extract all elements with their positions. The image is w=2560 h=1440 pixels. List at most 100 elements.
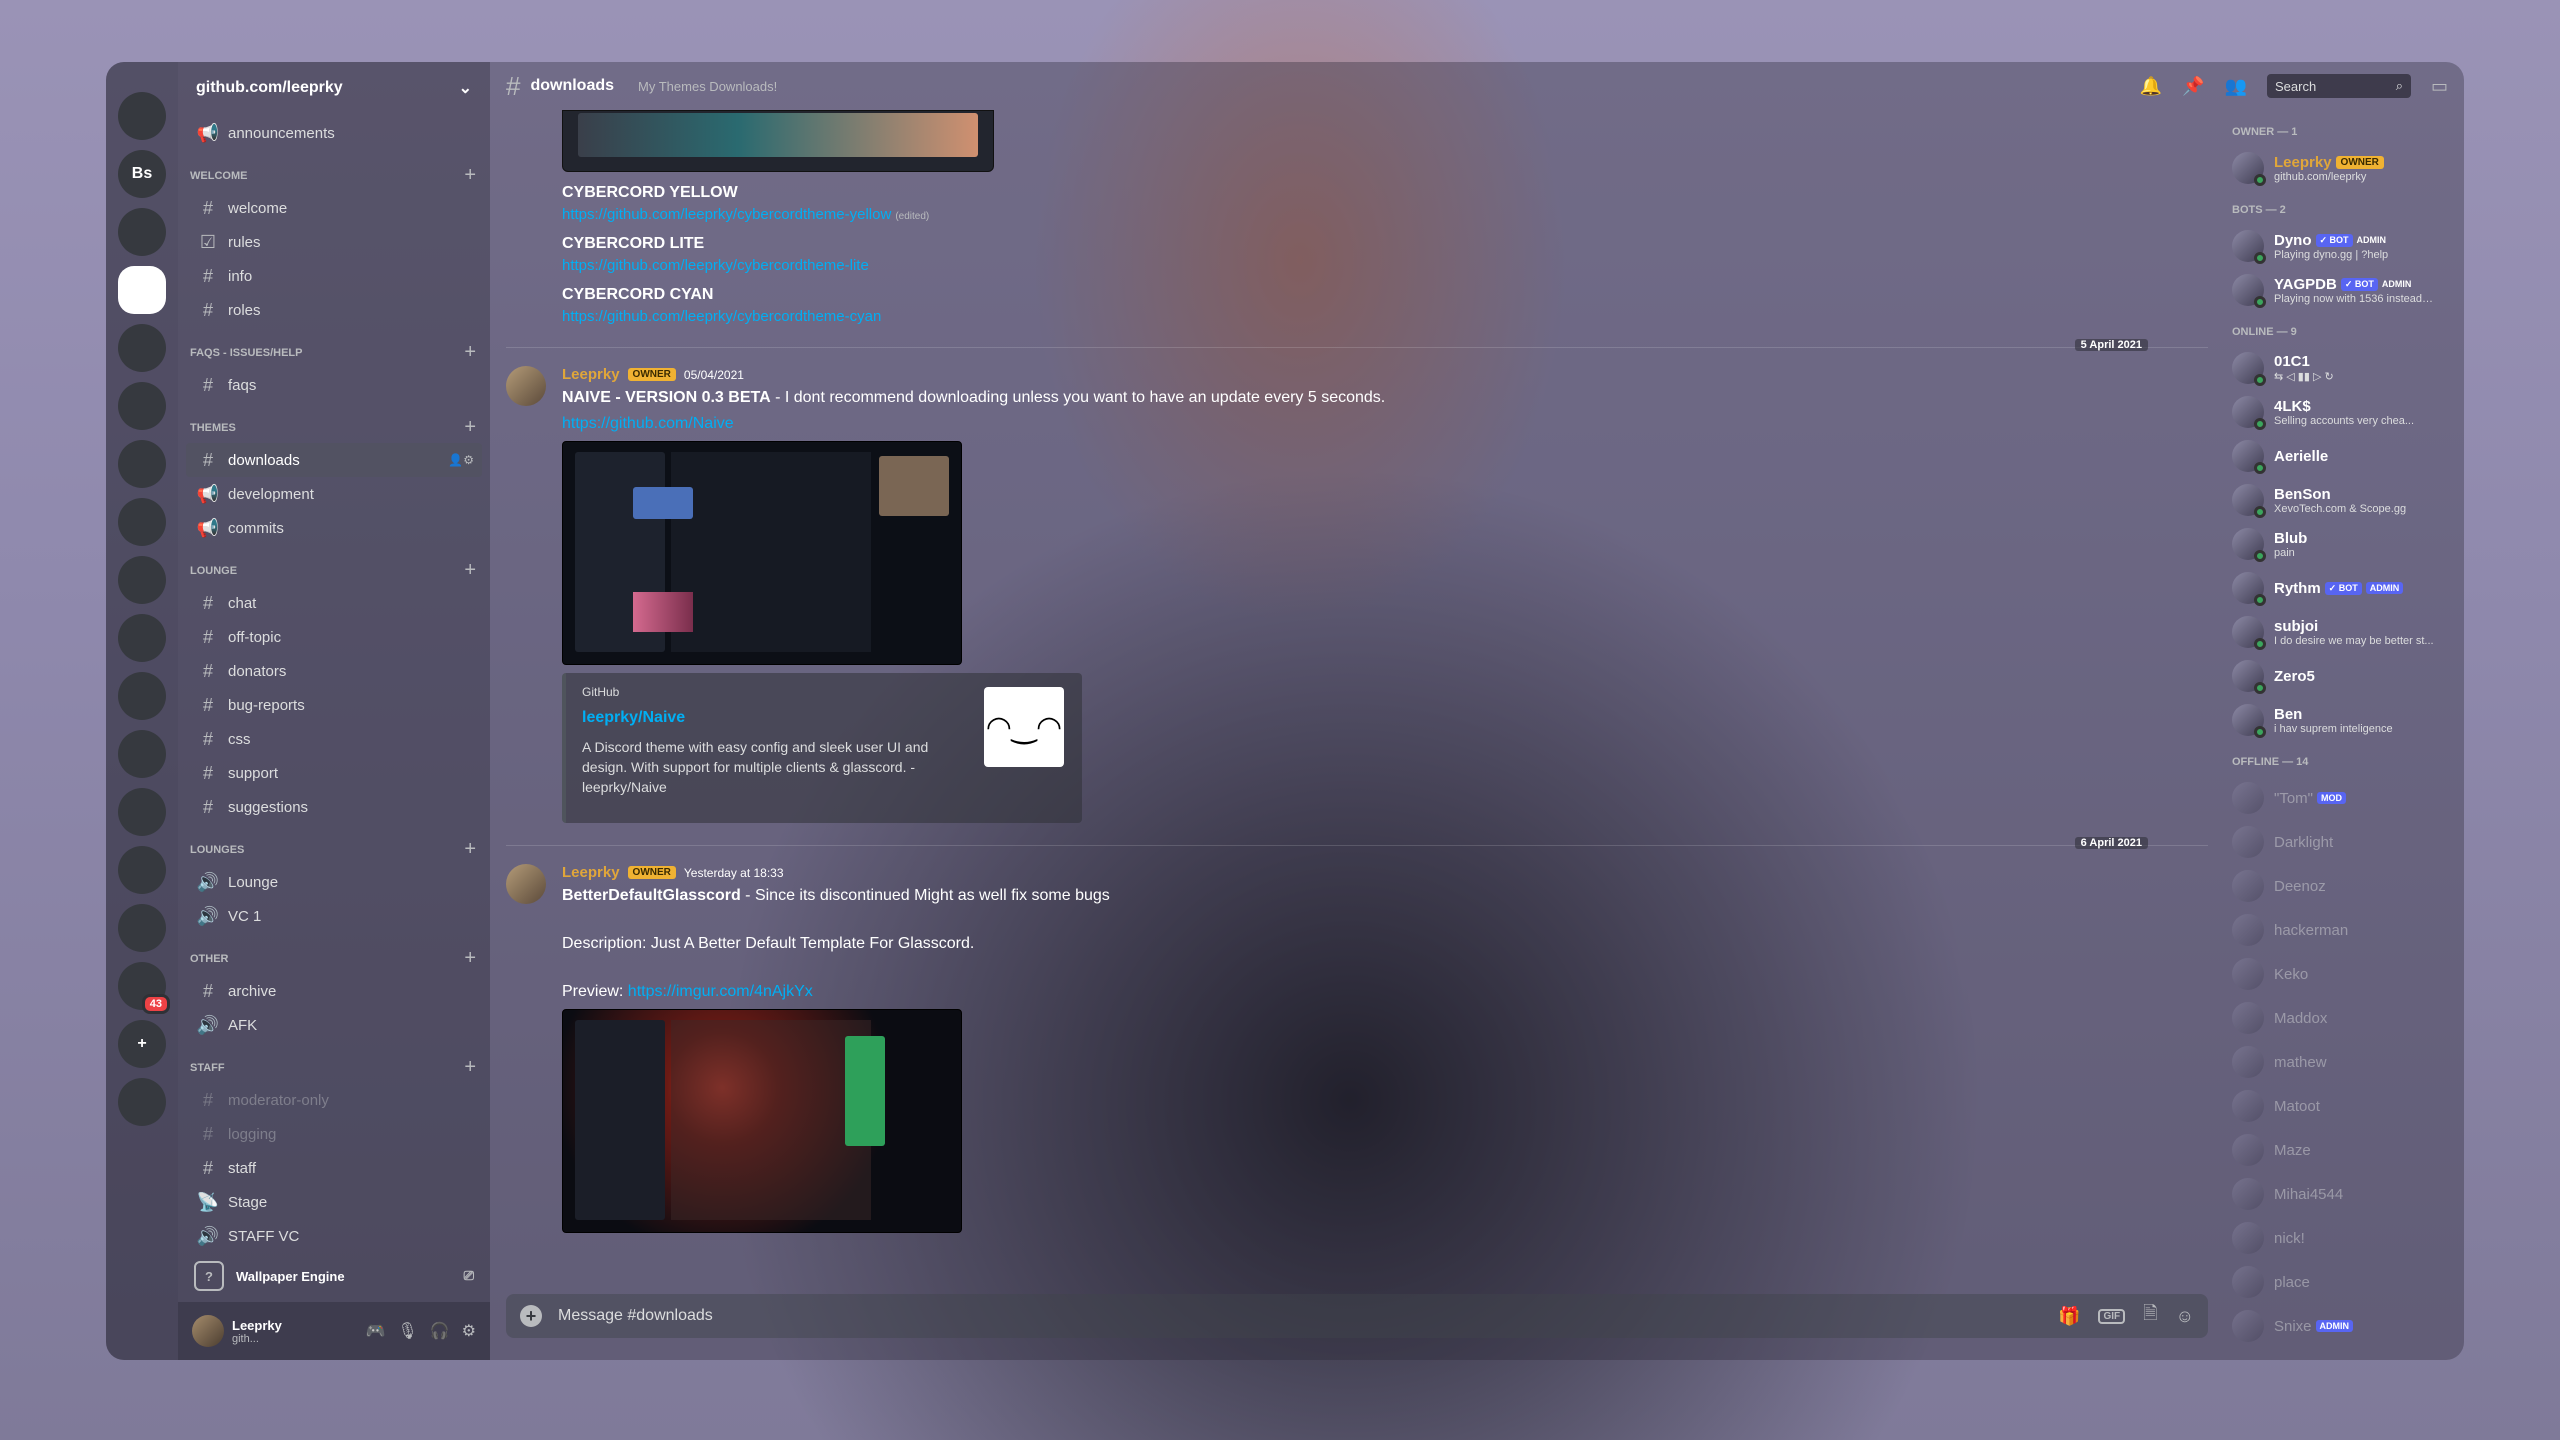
channel-category[interactable]: staff +: [190, 1056, 476, 1079]
channel-category[interactable]: other +: [190, 947, 476, 970]
channel-item[interactable]: 🔊 Lounge: [186, 865, 482, 899]
search-input[interactable]: Search ⌕: [2266, 74, 2411, 98]
wallpaper-engine-bar[interactable]: ? Wallpaper Engine ⎚: [178, 1250, 490, 1302]
theme-link[interactable]: https://github.com/leeprky/cybercordthem…: [562, 308, 881, 325]
server-icon[interactable]: [118, 672, 166, 720]
emoji-icon[interactable]: ☺: [2176, 1306, 2194, 1327]
member-item[interactable]: Mihai4544: [2232, 1172, 2452, 1216]
server-icon[interactable]: [118, 208, 166, 256]
member-item[interactable]: YAGPDB ✓ BOT ADMIN Playing now with 1536 in…: [2232, 268, 2452, 312]
add-channel-icon[interactable]: +: [464, 838, 476, 861]
channel-item[interactable]: 📢 commits: [186, 511, 482, 545]
gamepad-icon[interactable]: 🎮: [366, 1321, 386, 1341]
gif-icon[interactable]: GIF: [2098, 1308, 2126, 1324]
guild-header[interactable]: github.com/leeprky ⌄: [178, 62, 490, 114]
channel-item[interactable]: # moderator-only: [186, 1083, 482, 1117]
avatar[interactable]: [506, 366, 546, 406]
avatar[interactable]: [506, 864, 546, 904]
microphone-icon[interactable]: 🎙: [397, 1321, 417, 1341]
server-icon[interactable]: [118, 788, 166, 836]
channel-item[interactable]: # roles: [186, 293, 482, 327]
attachment-image[interactable]: [562, 1009, 962, 1233]
message-composer[interactable]: + Message #downloads 🎁 GIF 🗎 ☺: [506, 1294, 2208, 1338]
server-icon[interactable]: [118, 614, 166, 662]
member-item[interactable]: 4LK$ Selling accounts very chea...: [2232, 390, 2452, 434]
server-icon[interactable]: [118, 498, 166, 546]
add-channel-icon[interactable]: +: [464, 1056, 476, 1079]
server-icon[interactable]: [118, 904, 166, 952]
channel-item[interactable]: # off-topic: [186, 620, 482, 654]
member-item[interactable]: Aerielle: [2232, 434, 2452, 478]
member-item[interactable]: Ben i hav suprem inteligence: [2232, 698, 2452, 742]
theme-link[interactable]: https://github.com/leeprky/cybercordthem…: [562, 257, 869, 274]
add-attachment-icon[interactable]: +: [520, 1305, 542, 1327]
channel-item[interactable]: 📢 development: [186, 477, 482, 511]
channel-item[interactable]: 🔊 AFK: [186, 1008, 482, 1042]
embed-thumbnail[interactable]: ◠‿◠: [984, 687, 1064, 767]
compass-icon[interactable]: [118, 1078, 166, 1126]
member-item[interactable]: BenSon XevoTech.com & Scope.gg: [2232, 478, 2452, 522]
server-icon[interactable]: [118, 266, 166, 314]
server-icon[interactable]: Bs: [118, 150, 166, 198]
pin-icon[interactable]: 📌: [2182, 76, 2204, 97]
channel-item[interactable]: 🔊 VC 1: [186, 899, 482, 933]
sticker-icon[interactable]: 🗎: [2143, 1301, 2157, 1331]
channel-item[interactable]: # chat: [186, 586, 482, 620]
add-channel-icon[interactable]: +: [464, 341, 476, 364]
message-author[interactable]: Leeprky: [562, 864, 620, 881]
channel-item[interactable]: # css: [186, 722, 482, 756]
folder-icon[interactable]: [118, 730, 166, 778]
member-item[interactable]: mathew: [2232, 1040, 2452, 1084]
add-channel-icon[interactable]: +: [464, 947, 476, 970]
channel-item[interactable]: # bug-reports: [186, 688, 482, 722]
channel-category[interactable]: lounges +: [190, 838, 476, 861]
member-item[interactable]: 01C1 ⇆ ◁ ▮▮ ▷ ↻: [2232, 346, 2452, 390]
server-icon[interactable]: [118, 846, 166, 894]
avatar[interactable]: [192, 1315, 224, 1347]
member-item[interactable]: Snixe ADMIN: [2232, 1304, 2452, 1348]
member-item[interactable]: hackerman: [2232, 908, 2452, 952]
channel-settings-icon[interactable]: 👤⚙: [448, 453, 474, 467]
member-item[interactable]: Zero5: [2232, 654, 2452, 698]
server-icon[interactable]: [118, 556, 166, 604]
gift-icon[interactable]: 🎁: [2058, 1306, 2080, 1327]
channel-category[interactable]: welcome +: [190, 164, 476, 187]
channel-item[interactable]: # faqs: [186, 368, 482, 402]
bell-icon[interactable]: 🔔: [2140, 76, 2162, 97]
member-item[interactable]: Rythm ✓ BOT ADMIN: [2232, 566, 2452, 610]
channel-item[interactable]: # welcome: [186, 191, 482, 225]
server-icon[interactable]: [118, 382, 166, 430]
channel-item[interactable]: # logging: [186, 1117, 482, 1151]
channel-item[interactable]: # info: [186, 259, 482, 293]
members-icon[interactable]: 👥: [2225, 76, 2247, 97]
headphones-icon[interactable]: 🎧: [430, 1321, 450, 1341]
server-icon[interactable]: [118, 324, 166, 372]
message-author[interactable]: Leeprky: [562, 366, 620, 383]
member-item[interactable]: Maddox: [2232, 996, 2452, 1040]
member-item[interactable]: Keko: [2232, 952, 2452, 996]
channel-item[interactable]: 📢 announcements: [186, 116, 482, 150]
channel-item[interactable]: 🔊 STAFF VC: [186, 1219, 482, 1250]
channel-item[interactable]: # staff: [186, 1151, 482, 1185]
add-channel-icon[interactable]: +: [464, 164, 476, 187]
channel-category[interactable]: lounge +: [190, 559, 476, 582]
channel-item[interactable]: ☑ rules: [186, 225, 482, 259]
member-item[interactable]: subjoi I do desire we may be better st...: [2232, 610, 2452, 654]
theme-link[interactable]: https://github.com/leeprky/cybercordthem…: [562, 206, 891, 223]
message-link[interactable]: https://github.com/Naive: [562, 415, 734, 432]
member-item[interactable]: place: [2232, 1260, 2452, 1304]
channel-category[interactable]: themes +: [190, 416, 476, 439]
channel-item[interactable]: # downloads 👤⚙: [186, 443, 482, 477]
inbox-icon[interactable]: ▭: [2431, 76, 2448, 97]
channel-topic[interactable]: My Themes Downloads!: [638, 79, 777, 94]
attachment-image[interactable]: [562, 441, 962, 665]
member-item[interactable]: Blub pain: [2232, 522, 2452, 566]
screen-share-icon[interactable]: ⎚: [464, 1268, 474, 1284]
server-icon[interactable]: 43: [118, 962, 170, 1014]
discord-home-icon[interactable]: [118, 92, 166, 140]
member-item[interactable]: Leeprky OWNER github.com/leeprky: [2232, 146, 2452, 190]
member-item[interactable]: Darklight: [2232, 820, 2452, 864]
member-item[interactable]: Deenoz: [2232, 864, 2452, 908]
channel-item[interactable]: 📡 Stage: [186, 1185, 482, 1219]
member-item[interactable]: Matoot: [2232, 1084, 2452, 1128]
